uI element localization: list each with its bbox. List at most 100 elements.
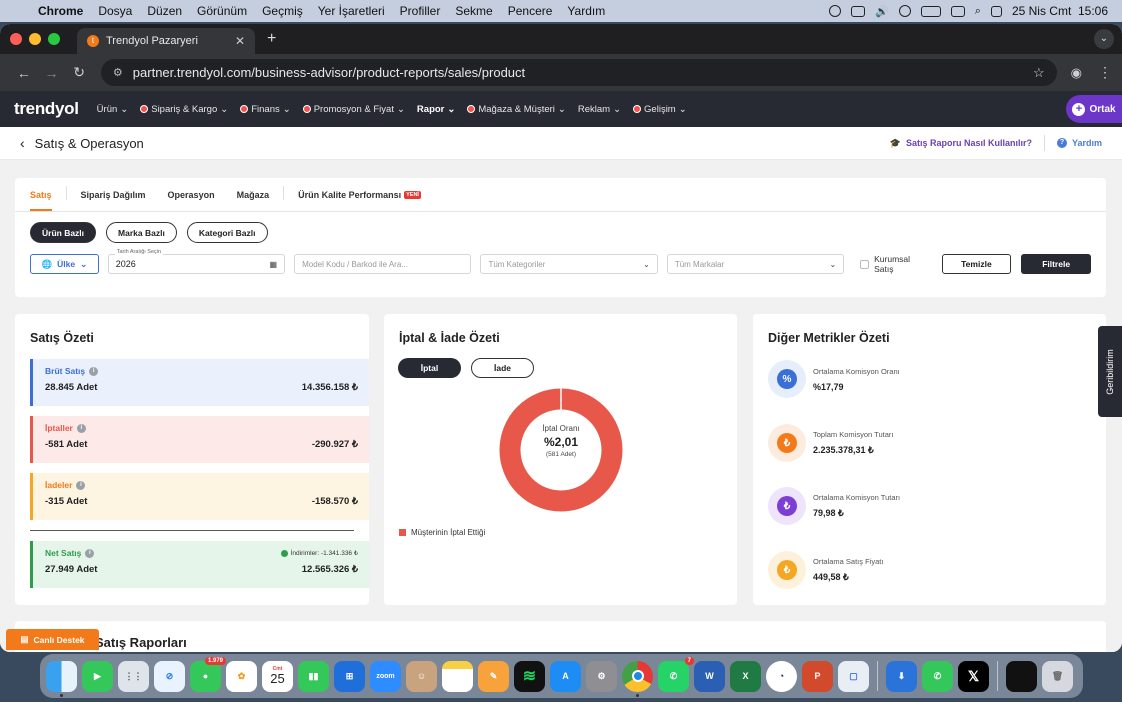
- messages-icon[interactable]: ● 1.979: [190, 656, 226, 692]
- menu-sekme[interactable]: Sekme: [455, 4, 492, 18]
- control-center-icon[interactable]: [990, 5, 1002, 17]
- corporate-sales-checkbox[interactable]: Kurumsal Satış: [860, 254, 931, 274]
- tab-magaza[interactable]: Mağaza: [237, 190, 270, 211]
- menu-yer-isaretleri[interactable]: Yer İşaretleri: [318, 4, 385, 18]
- country-select[interactable]: 🌐 Ülke ⌄: [30, 254, 99, 274]
- browser-tab[interactable]: t Trendyol Pazaryeri ✕: [77, 28, 255, 54]
- zoom-window-button[interactable]: [48, 33, 60, 45]
- volume-icon[interactable]: 🔊: [875, 5, 889, 18]
- info-icon[interactable]: i: [85, 548, 95, 558]
- nav-finans[interactable]: Finans ⌄: [240, 104, 291, 115]
- phone-icon[interactable]: ✆: [922, 660, 953, 692]
- battery-icon[interactable]: [920, 5, 941, 17]
- play-icon[interactable]: [829, 5, 842, 17]
- app-store-icon[interactable]: A: [550, 660, 581, 692]
- spotlight-icon[interactable]: ⌕: [975, 5, 981, 18]
- site-settings-icon[interactable]: ⚙: [113, 66, 123, 79]
- tab-search-icon[interactable]: ⌄: [1094, 29, 1114, 49]
- downloads-stack-icon[interactable]: ⬇: [886, 660, 917, 692]
- notes-icon[interactable]: [442, 660, 473, 692]
- new-tab-icon[interactable]: +: [267, 30, 276, 48]
- zoom-icon[interactable]: zoom: [370, 660, 401, 692]
- category-select[interactable]: Tüm Kategoriler ⌄: [480, 254, 658, 274]
- menu-yardim[interactable]: Yardım: [567, 4, 605, 18]
- model-search-input[interactable]: Model Kodu / Barkod ile Ara...: [294, 254, 472, 274]
- brand-select[interactable]: Tüm Markalar ⌄: [666, 254, 845, 274]
- finder-icon[interactable]: [46, 660, 77, 697]
- launchpad-icon[interactable]: ⋮⋮: [118, 660, 149, 692]
- reload-icon[interactable]: ↻: [65, 64, 93, 81]
- toggle-return[interactable]: İade: [471, 358, 534, 378]
- tab-satis[interactable]: Satış: [30, 190, 52, 211]
- more-menu-icon[interactable]: ⋮: [1098, 64, 1112, 81]
- menubar-datetime[interactable]: 25 Nis Cmt 15:06: [1012, 4, 1108, 18]
- ortak-button[interactable]: + Ortak: [1066, 95, 1122, 123]
- menu-pencere[interactable]: Pencere: [508, 4, 553, 18]
- tab-operasyon[interactable]: Operasyon: [168, 190, 215, 211]
- help-link[interactable]: 🎓 Satış Raporu Nasıl Kullanılır?: [890, 138, 1032, 149]
- calendar-icon[interactable]: Cmt 25: [262, 660, 293, 692]
- nav-reklam[interactable]: Reklam ⌄: [578, 104, 621, 115]
- omnibox[interactable]: ⚙ partner.trendyol.com/business-advisor/…: [100, 59, 1057, 86]
- pill-marka-bazli[interactable]: Marka Bazlı: [106, 222, 177, 243]
- recent-document-icon[interactable]: [1006, 660, 1037, 692]
- user-icon[interactable]: [898, 5, 911, 17]
- keyboard-icon[interactable]: [851, 5, 866, 17]
- toggle-cancel[interactable]: İptal: [398, 358, 461, 378]
- close-window-button[interactable]: [10, 33, 22, 45]
- clear-button[interactable]: Temizle: [941, 254, 1012, 274]
- preview-icon[interactable]: ▢: [838, 660, 869, 692]
- link-icon[interactable]: [950, 5, 965, 17]
- live-support-button[interactable]: ▤ Canlı Destek: [6, 629, 99, 650]
- date-range-field[interactable]: Tarih Aralığı Seçin 2026 ▦: [107, 249, 286, 274]
- tab-siparis-dagilim[interactable]: Sipariş Dağılım: [81, 190, 146, 211]
- nav-promosyon-fiyat[interactable]: Promosyon & Fiyat ⌄: [302, 104, 405, 115]
- chrome-icon[interactable]: [622, 660, 653, 697]
- powerpoint-icon[interactable]: P: [802, 660, 833, 692]
- excel-icon[interactable]: X: [730, 660, 761, 692]
- pill-urun-bazli[interactable]: Ürün Bazlı: [30, 222, 97, 243]
- clock-icon[interactable]: ◔: [766, 660, 797, 692]
- pill-kategori-bazli[interactable]: Kategori Bazlı: [186, 222, 268, 243]
- info-icon[interactable]: i: [89, 366, 99, 376]
- menu-profiller[interactable]: Profiller: [400, 4, 441, 18]
- nav-gelisim[interactable]: Gelişim ⌄: [633, 104, 687, 115]
- menu-dosya[interactable]: Dosya: [98, 4, 132, 18]
- close-tab-icon[interactable]: ✕: [235, 34, 245, 48]
- pages-icon[interactable]: ✎: [478, 660, 509, 692]
- windows-app-icon[interactable]: ⊞: [334, 660, 365, 692]
- back-chevron-icon[interactable]: ‹: [20, 135, 25, 151]
- nav-magaza-musteri[interactable]: Mağaza & Müşteri ⌄: [467, 104, 566, 115]
- nav-siparis-kargo[interactable]: Sipariş & Kargo ⌄: [140, 104, 228, 115]
- nav-urun[interactable]: Ürün ⌄: [97, 104, 129, 115]
- facetime-icon[interactable]: ▶: [82, 660, 113, 692]
- spotify-icon[interactable]: ≋: [514, 660, 545, 692]
- tab-urun-kalite[interactable]: Ürün Kalite Performansı YENİ: [298, 190, 421, 211]
- x-twitter-icon[interactable]: 𝕏: [958, 660, 989, 692]
- bookmark-star-icon[interactable]: ☆: [1033, 65, 1045, 81]
- minimize-window-button[interactable]: [29, 33, 41, 45]
- trendyol-logo[interactable]: trendyol: [14, 99, 79, 119]
- contacts-icon[interactable]: ☺: [406, 660, 437, 692]
- info-icon[interactable]: i: [76, 480, 86, 490]
- menu-chrome[interactable]: Chrome: [38, 4, 83, 18]
- word-icon[interactable]: W: [694, 660, 725, 692]
- numbers-icon[interactable]: ▮▮: [298, 660, 329, 692]
- back-arrow-icon[interactable]: ←: [10, 65, 38, 81]
- menu-gecmis[interactable]: Geçmiş: [262, 4, 303, 18]
- menu-gorunum[interactable]: Görünüm: [197, 4, 247, 18]
- system-settings-icon[interactable]: ⚙: [586, 660, 617, 692]
- safari-icon[interactable]: ⊘: [154, 660, 185, 692]
- nav-rapor[interactable]: Rapor ⌄: [417, 104, 455, 115]
- yardim-link[interactable]: ? Yardım: [1056, 138, 1102, 148]
- feedback-tab[interactable]: Geribildirim: [1098, 326, 1122, 417]
- profile-icon[interactable]: ◉: [1071, 65, 1082, 81]
- info-icon[interactable]: i: [76, 423, 86, 433]
- forward-arrow-icon[interactable]: →: [38, 65, 66, 81]
- menu-duzen[interactable]: Düzen: [147, 4, 182, 18]
- filter-button[interactable]: Filtrele: [1021, 254, 1091, 274]
- url-text[interactable]: partner.trendyol.com/business-advisor/pr…: [133, 65, 525, 80]
- photos-icon[interactable]: ✿: [226, 660, 257, 692]
- whatsapp-icon[interactable]: ✆ 7: [658, 656, 694, 692]
- trash-icon[interactable]: 🗑: [1042, 660, 1073, 692]
